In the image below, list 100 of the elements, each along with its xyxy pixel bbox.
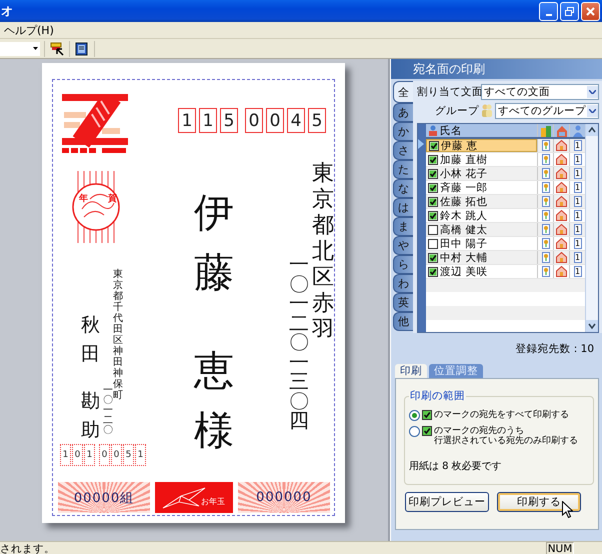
recipient-address-number: 一〇一二〇一三〇四 xyxy=(289,255,309,430)
checkbox[interactable] xyxy=(428,224,438,234)
postal-code-digit: 0 xyxy=(245,108,263,133)
sender-postal-code-digit: 5 xyxy=(123,444,134,466)
sender-postal-code-digit: 1 xyxy=(135,444,146,466)
address-row[interactable]: 佐藤 拓也 1 xyxy=(426,195,585,209)
index-tab[interactable]: た xyxy=(393,160,413,179)
menu-item[interactable]: ヘルプ(H) xyxy=(0,22,58,38)
recipient-name: 佐藤 拓也 xyxy=(440,194,488,208)
sender-postal-code-digit: 0 xyxy=(72,444,83,466)
recipient-given-name: 恵 xyxy=(194,347,234,396)
status-message: されます。 xyxy=(0,542,55,554)
postmark-text: 年 xyxy=(79,192,88,205)
lottery-gift-label: お年玉 xyxy=(201,496,226,508)
index-tab[interactable]: な xyxy=(393,179,413,198)
person-icon xyxy=(572,124,584,136)
dropdown-button[interactable] xyxy=(587,104,598,116)
address-row[interactable]: 中村 大輔 1 xyxy=(426,251,585,265)
copies-count: 1 xyxy=(574,168,582,179)
house-icon xyxy=(556,140,567,151)
house-icon xyxy=(556,210,567,221)
recipient-name: 鈴木 跳人 xyxy=(440,208,488,222)
recipient-name: 小林 花子 xyxy=(440,166,488,180)
postal-code-digit: 5 xyxy=(220,108,238,133)
sender-postal-code-digit: 0 xyxy=(111,444,122,466)
index-tab[interactable]: ま xyxy=(393,217,413,236)
index-tab[interactable]: か xyxy=(393,122,413,141)
checkbox[interactable] xyxy=(428,154,438,164)
option-text: のマークの宛先のうち xyxy=(434,426,524,436)
mouse-cursor-icon xyxy=(562,501,573,518)
index-tab[interactable]: 英 xyxy=(393,293,413,312)
recipient-name: 田中 陽子 xyxy=(440,236,488,250)
window-title: オ xyxy=(0,2,14,20)
restore-button[interactable] xyxy=(560,2,579,20)
radio-button[interactable] xyxy=(409,426,420,437)
group-title: 印刷の範囲 xyxy=(409,389,466,403)
sender-given-name: 勘助 xyxy=(81,389,100,443)
checkbox[interactable] xyxy=(428,238,438,248)
recipient-name: 高橋 健太 xyxy=(440,222,488,236)
address-row[interactable]: 加藤 直樹 1 xyxy=(426,153,585,167)
minimize-button[interactable] xyxy=(539,2,558,20)
checkbox[interactable] xyxy=(428,210,438,220)
house-icon xyxy=(556,182,567,193)
index-tab[interactable]: あ xyxy=(393,103,413,122)
print-button[interactable]: 印刷する xyxy=(497,492,581,512)
checkbox[interactable] xyxy=(428,252,438,262)
sender-postal-code-digit: 1 xyxy=(60,444,71,466)
sender-address: 東京都千代田区神田神保町 xyxy=(113,269,123,401)
copies-count: 1 xyxy=(574,182,582,193)
index-tab[interactable]: 全 xyxy=(393,81,413,103)
num-lock-indicator: NUM xyxy=(546,542,574,554)
index-tab[interactable]: や xyxy=(393,236,413,255)
scroll-up-icon[interactable] xyxy=(586,124,598,136)
index-tab[interactable]: は xyxy=(393,198,413,217)
sender-postal-code-digit: 1 xyxy=(84,444,95,466)
dropdown-button[interactable] xyxy=(587,86,598,98)
index-tab[interactable]: わ xyxy=(393,274,413,293)
lottery-group-number: 00000組 xyxy=(58,482,150,513)
checkbox[interactable] xyxy=(428,168,438,178)
row-pointer-icon xyxy=(418,139,424,149)
address-row[interactable]: 田中 陽子 1 xyxy=(426,237,585,251)
recipient-family-name: 伊藤 xyxy=(194,189,234,298)
sender-address-number: 一〇一二〇 xyxy=(103,386,113,436)
building-icon xyxy=(540,124,552,136)
tab[interactable]: 印刷 xyxy=(395,364,427,378)
checkbox[interactable] xyxy=(428,196,438,206)
option-text: のマークの宛先をすべて印刷する xyxy=(434,410,569,420)
checkbox[interactable] xyxy=(428,182,438,192)
house-icon xyxy=(556,196,567,207)
address-row[interactable]: 斉藤 一郎 1 xyxy=(426,181,585,195)
close-icon xyxy=(585,6,596,16)
scroll-down-icon[interactable] xyxy=(586,320,598,332)
radio-button[interactable] xyxy=(409,410,420,421)
index-tab[interactable]: ら xyxy=(393,255,413,274)
copies-count: 1 xyxy=(574,238,582,249)
template-select[interactable]: すべての文面 xyxy=(481,84,599,100)
column-header[interactable]: 氏名 xyxy=(440,124,462,138)
address-row[interactable]: 高橋 健太 1 xyxy=(426,223,585,237)
select-value: すべての文面 xyxy=(484,84,550,98)
address-row[interactable]: 小林 花子 1 xyxy=(426,167,585,181)
flag-cursor-icon[interactable] xyxy=(49,40,65,56)
pin-icon xyxy=(542,168,550,179)
checkbox[interactable] xyxy=(428,266,438,276)
close-button[interactable] xyxy=(581,2,600,20)
group-select[interactable]: すべてのグループ xyxy=(495,102,599,118)
lottery-number: 000000 xyxy=(238,482,330,513)
address-row[interactable]: 鈴木 跳人 1 xyxy=(426,209,585,223)
copies-count: 1 xyxy=(574,224,582,235)
house-icon xyxy=(556,266,567,277)
select-value: すべてのグループ xyxy=(498,104,586,118)
pin-icon xyxy=(542,252,550,263)
print-preview-button[interactable]: 印刷プレビュー xyxy=(405,492,489,512)
checkbox[interactable] xyxy=(429,140,439,150)
book-icon[interactable] xyxy=(74,40,90,56)
index-tab[interactable]: 他 xyxy=(393,312,413,331)
index-tab[interactable]: さ xyxy=(393,141,413,160)
house-icon xyxy=(556,252,567,263)
house-icon xyxy=(556,168,567,179)
address-row[interactable]: 渡辺 美咲 1 xyxy=(426,265,585,279)
registered-count: 登録宛先数 : 10 xyxy=(514,342,595,357)
